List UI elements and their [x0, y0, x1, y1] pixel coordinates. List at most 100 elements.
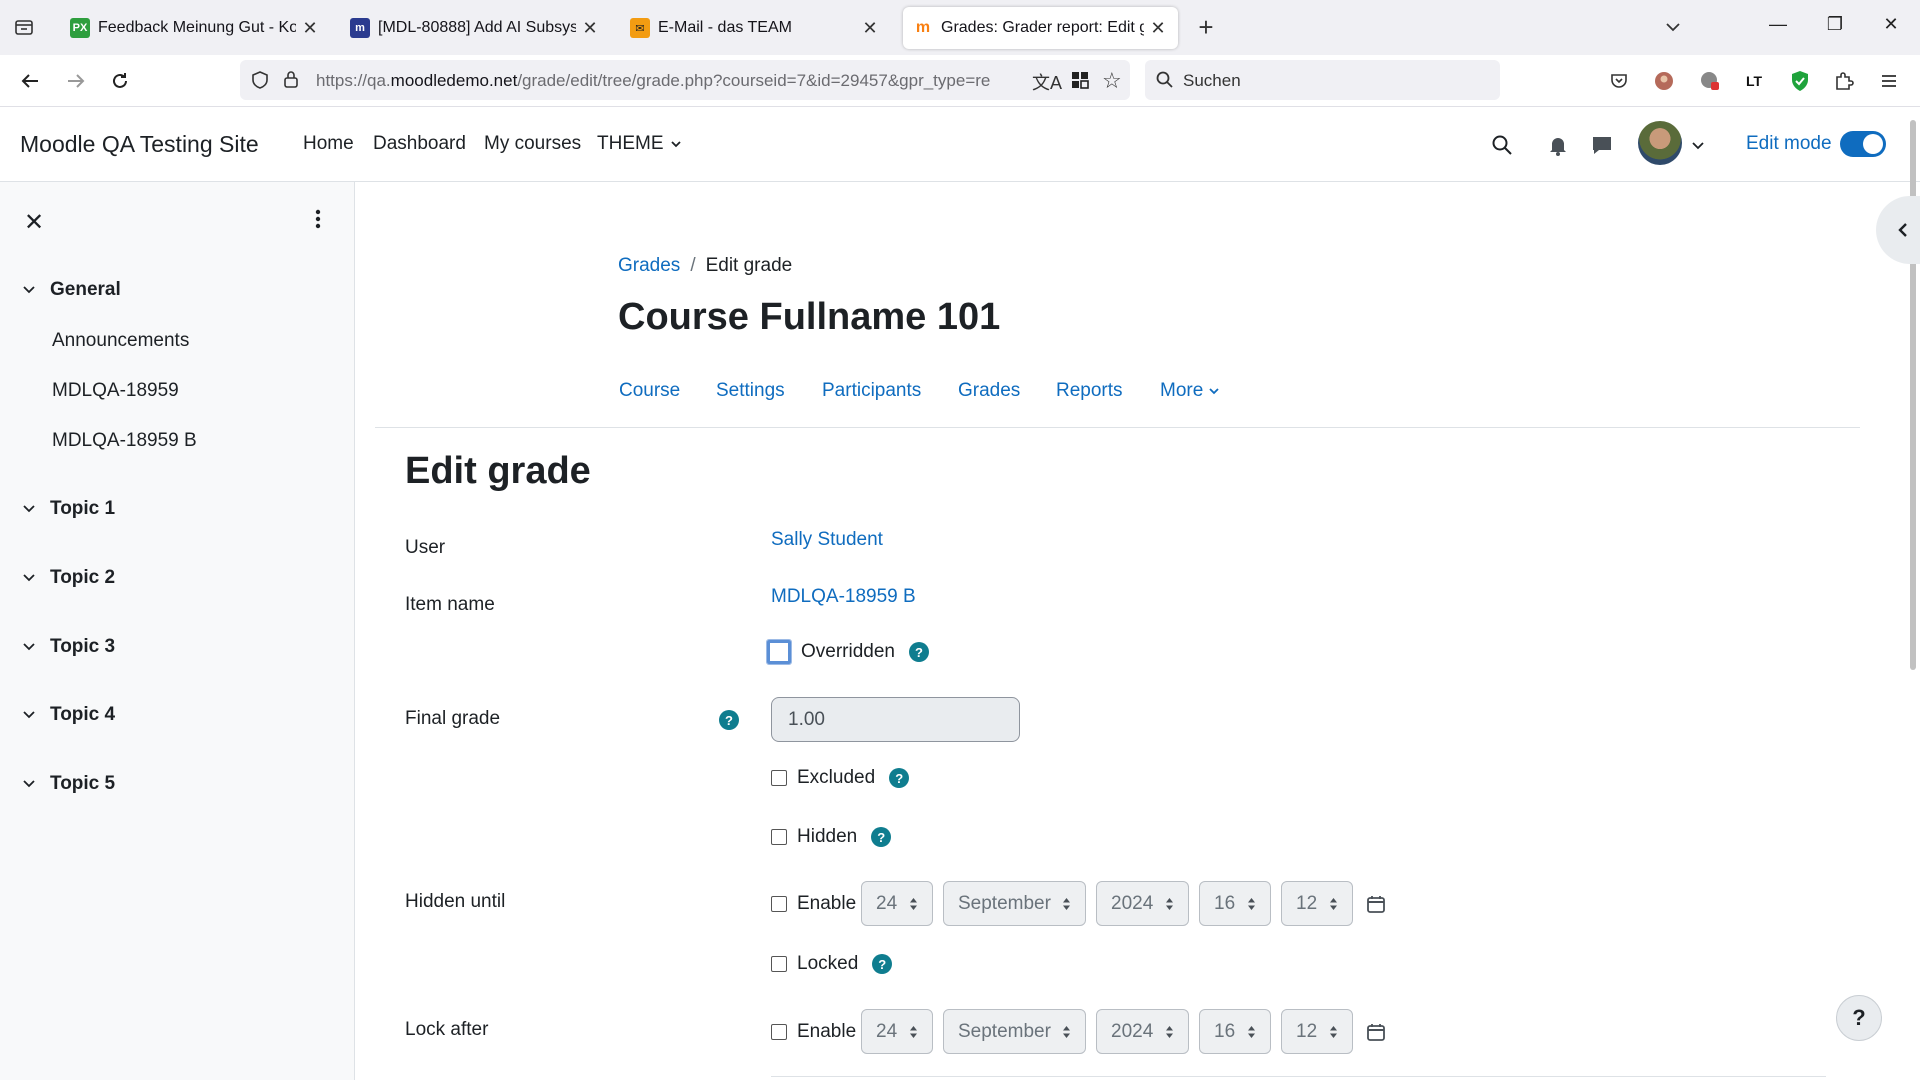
hidden-checkbox[interactable]	[771, 829, 787, 845]
lock-after-hour-select[interactable]: 16	[1199, 1009, 1271, 1054]
extension-badge-icon[interactable]	[1698, 69, 1722, 93]
profile-extension-icon[interactable]	[1652, 69, 1676, 93]
final-grade-input[interactable]: 1.00	[771, 697, 1020, 742]
avatar[interactable]	[1638, 121, 1682, 165]
sidebar-section-topic-1[interactable]: Topic 1	[22, 498, 115, 520]
edit-mode-label[interactable]: Edit mode	[1746, 133, 1832, 155]
lock-after-day-select[interactable]: 24	[861, 1009, 933, 1054]
excluded-checkbox[interactable]	[771, 770, 787, 786]
sidebar-item-announcements[interactable]: Announcements	[52, 330, 189, 352]
close-tab-icon[interactable]: ✕	[300, 18, 320, 39]
browser-tab-mdl[interactable]: m [MDL-80888] Add AI Subsystem ✕	[340, 7, 610, 49]
hidden-until-month-select[interactable]: September	[943, 881, 1086, 926]
help-icon[interactable]: ?	[719, 710, 739, 730]
locked-checkbox[interactable]	[771, 956, 787, 972]
lock-icon[interactable]	[282, 69, 300, 94]
close-tab-icon[interactable]: ✕	[860, 18, 880, 39]
close-drawer-icon[interactable]: ✕	[24, 208, 44, 237]
minimize-icon[interactable]: —	[1763, 14, 1793, 35]
hidden-until-minute-select[interactable]: 12	[1281, 881, 1353, 926]
bookmark-star-icon[interactable]: ☆	[1102, 68, 1122, 94]
sidebar-section-topic-5[interactable]: Topic 5	[22, 773, 115, 795]
extensions-puzzle-icon[interactable]	[1832, 69, 1856, 93]
lock-after-month-select[interactable]: September	[943, 1009, 1086, 1054]
item-name-link[interactable]: MDLQA-18959 B	[771, 586, 916, 608]
calendar-icon[interactable]	[1366, 894, 1386, 914]
url-bar[interactable]: https://qa.moodledemo.net/grade/edit/tre…	[240, 60, 1130, 100]
shield-icon[interactable]	[250, 70, 270, 95]
sidebar-section-topic-4[interactable]: Topic 4	[22, 704, 115, 726]
close-tab-icon[interactable]: ✕	[580, 18, 600, 39]
calendar-icon[interactable]	[1366, 1022, 1386, 1042]
search-bar[interactable]: Suchen	[1145, 60, 1500, 100]
tab-grades[interactable]: Grades	[958, 380, 1020, 402]
tab-title: Grades: Grader report: Edit grade	[941, 19, 1144, 36]
close-window-icon[interactable]: ✕	[1876, 14, 1906, 35]
divider	[375, 427, 1860, 428]
sidebar-section-general[interactable]: General	[22, 279, 121, 301]
hidden-until-hour-select[interactable]: 16	[1199, 881, 1271, 926]
select-value: 24	[876, 892, 898, 914]
sidebar-item-mdlqa-18959[interactable]: MDLQA-18959	[52, 380, 179, 402]
hidden-until-year-select[interactable]: 2024	[1096, 881, 1189, 926]
mail-favicon-icon: ✉	[630, 18, 650, 38]
browser-tab-email[interactable]: ✉ E-Mail - das TEAM ✕	[620, 7, 890, 49]
lock-after-year-select[interactable]: 2024	[1096, 1009, 1189, 1054]
pocket-icon[interactable]	[1607, 69, 1631, 93]
kebab-menu-icon[interactable]	[315, 208, 321, 235]
help-icon[interactable]: ?	[889, 768, 910, 788]
tab-more[interactable]: More	[1160, 380, 1220, 402]
translate-icon[interactable]: 文A	[1032, 69, 1062, 95]
tab-settings[interactable]: Settings	[716, 380, 785, 402]
nav-dashboard[interactable]: Dashboard	[373, 133, 466, 155]
select-arrows-icon	[1062, 897, 1071, 911]
lock-after-enable-checkbox[interactable]	[771, 1024, 787, 1040]
hidden-until-day-select[interactable]: 24	[861, 881, 933, 926]
breadcrumb-grades-link[interactable]: Grades	[618, 255, 680, 277]
hidden-until-enable-checkbox[interactable]	[771, 896, 787, 912]
languagetool-icon[interactable]: LT	[1742, 69, 1766, 93]
tab-list-icon[interactable]	[12, 15, 36, 39]
user-menu-chevron-down-icon[interactable]	[1684, 131, 1712, 159]
chevron-down-icon	[23, 505, 35, 513]
search-icon[interactable]	[1488, 131, 1516, 159]
close-tab-icon[interactable]: ✕	[1148, 18, 1168, 39]
tab-participants[interactable]: Participants	[822, 380, 921, 402]
nav-home[interactable]: Home	[303, 133, 354, 155]
help-icon[interactable]: ?	[909, 642, 929, 662]
messages-icon[interactable]	[1588, 131, 1616, 159]
overridden-checkbox[interactable]	[766, 639, 792, 665]
adblock-shield-icon[interactable]	[1788, 69, 1812, 93]
sidebar-item-mdlqa-18959-b[interactable]: MDLQA-18959 B	[52, 430, 197, 452]
list-all-tabs-icon[interactable]	[1662, 16, 1684, 43]
excluded-label: Excluded	[797, 767, 876, 788]
sidebar-section-topic-3[interactable]: Topic 3	[22, 636, 115, 658]
url-text: https://qa.moodledemo.net/grade/edit/tre…	[316, 71, 991, 90]
select-arrows-icon	[909, 897, 918, 911]
browser-tab-feedback[interactable]: PX Feedback Meinung Gut - Kosten ✕	[60, 7, 330, 49]
back-icon[interactable]	[16, 67, 44, 95]
nav-theme[interactable]: THEME	[597, 133, 682, 155]
tab-reports[interactable]: Reports	[1056, 380, 1123, 402]
new-tab-icon[interactable]: +	[1192, 14, 1220, 40]
tab-course[interactable]: Course	[619, 380, 680, 402]
nav-my-courses[interactable]: My courses	[484, 133, 581, 155]
site-name[interactable]: Moodle QA Testing Site	[20, 131, 259, 158]
grid-app-icon[interactable]	[1070, 70, 1090, 95]
browser-tab-grades[interactable]: m Grades: Grader report: Edit grade ✕	[903, 7, 1178, 49]
sidebar-section-topic-2[interactable]: Topic 2	[22, 567, 115, 589]
forward-icon[interactable]	[62, 67, 90, 95]
notification-bell-icon[interactable]	[1544, 131, 1572, 159]
reload-icon[interactable]	[106, 67, 134, 95]
lock-after-minute-select[interactable]: 12	[1281, 1009, 1353, 1054]
hamburger-menu-icon[interactable]	[1877, 69, 1901, 93]
open-block-drawer-button[interactable]	[1876, 196, 1920, 264]
final-grade-label: Final grade	[405, 708, 501, 729]
help-footer-button[interactable]: ?	[1836, 995, 1882, 1041]
help-icon[interactable]: ?	[871, 827, 892, 847]
edit-mode-toggle[interactable]	[1840, 131, 1886, 157]
help-icon[interactable]: ?	[872, 954, 893, 974]
select-value: 24	[876, 1020, 898, 1042]
restore-icon[interactable]: ❐	[1820, 14, 1850, 35]
user-link[interactable]: Sally Student	[771, 529, 883, 551]
